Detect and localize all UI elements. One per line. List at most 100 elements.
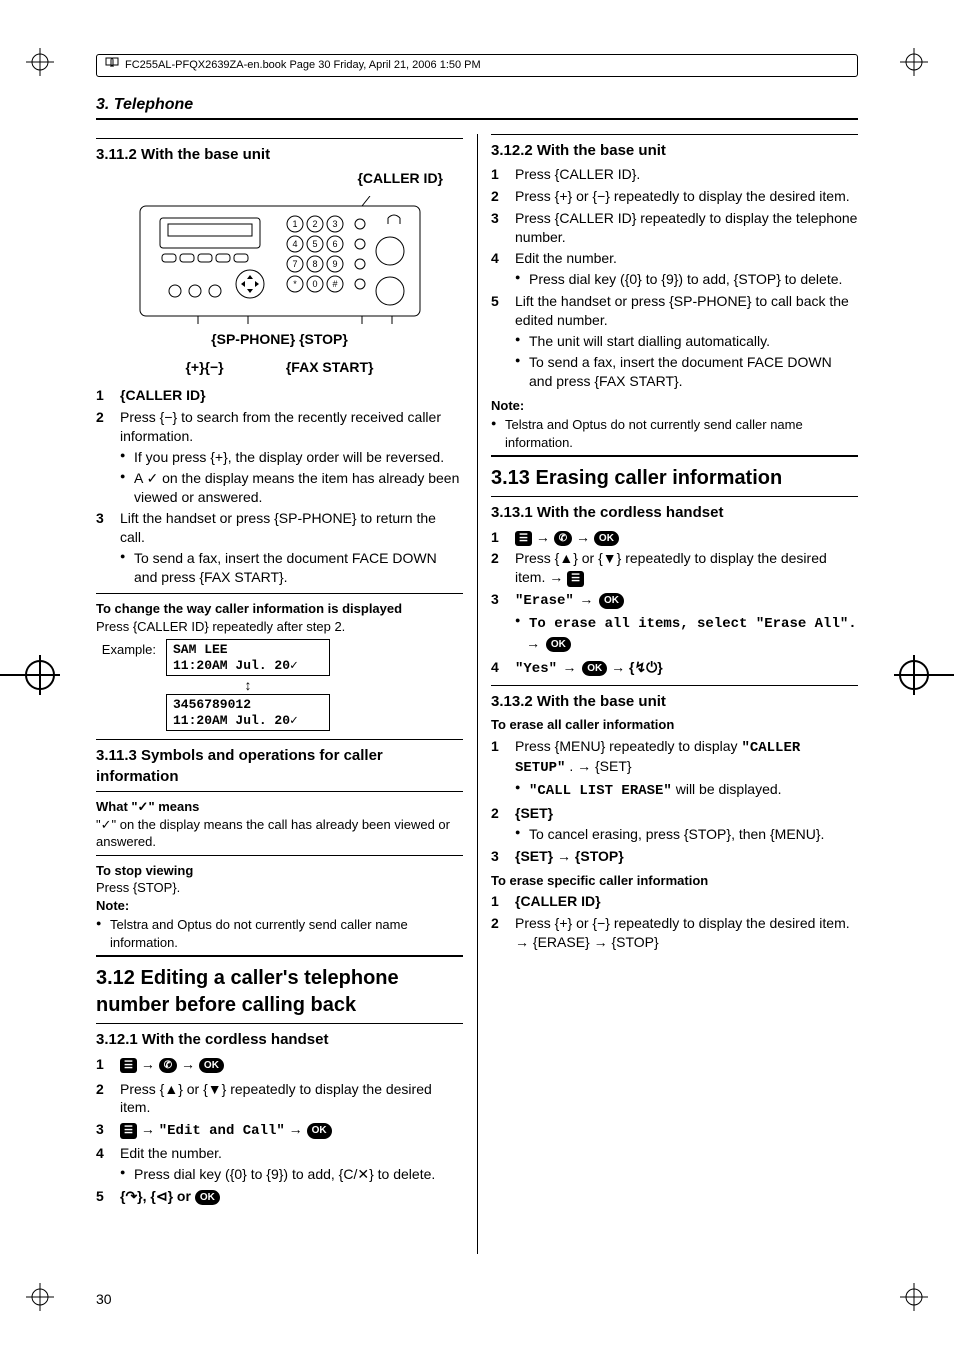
svg-text:9: 9 <box>332 259 337 269</box>
reg-mark-br <box>900 1283 928 1311</box>
sub-erase-all-title: To erase all caller information <box>491 716 858 734</box>
sub-to-stop-viewing: To stop viewing <box>96 862 463 880</box>
step-1: 1 {CALLER ID} <box>96 386 463 405</box>
s3132a-step-1-bullet: "CALL LIST ERASE" will be displayed. <box>515 780 858 801</box>
sub-to-stop-viewing-text: Press {STOP}. <box>96 879 463 897</box>
updown-icon: ↕ <box>166 678 330 692</box>
s3121-step-4-text: Edit the number. <box>120 1145 222 1161</box>
svg-text:6: 6 <box>332 239 337 249</box>
running-header: FC255AL-PFQX2639ZA-en.book Page 30 Frida… <box>96 54 858 77</box>
page: FC255AL-PFQX2639ZA-en.book Page 30 Frida… <box>0 0 954 1351</box>
ok-icon: OK <box>307 1123 332 1139</box>
s3121-step-4-bullet: Press dial key ({0} to {9}) to add, {C/✕… <box>120 1165 463 1184</box>
arrow-icon: → <box>181 1056 199 1072</box>
menu-icon: ☰ <box>567 571 584 587</box>
step-2: 2 Press {−} to search from the recently … <box>96 408 463 506</box>
s3132b-step-2-text: Press {+} or {−} repeatedly to display t… <box>515 915 850 950</box>
heading-3-12-2: 3.12.2 With the base unit <box>491 141 858 161</box>
example-box-top: SAM LEE 11:20AM Jul. 20✓ <box>166 639 330 676</box>
sub-erase-specific-title: To erase specific caller information <box>491 872 858 890</box>
reg-mark-mr <box>894 655 954 695</box>
s3122-step-5-b1: The unit will start dialling automatical… <box>515 332 858 351</box>
arrow-icon: → <box>536 529 554 545</box>
columns: 3.11.2 With the base unit {CALLER ID} <box>96 134 858 1254</box>
svg-text:4: 4 <box>292 239 297 249</box>
svg-text:0: 0 <box>312 279 317 289</box>
book-icon <box>105 57 119 74</box>
content: 3. Telephone 3.11.2 With the base unit {… <box>96 94 858 1291</box>
note-label-1: Note: <box>96 897 463 915</box>
ok-icon: OK <box>199 1058 224 1074</box>
section-3-11-2: 3.11.2 With the base unit {CALLER ID} <box>96 138 463 732</box>
s3122-step-5-b2: To send a fax, insert the document FACE … <box>515 353 858 391</box>
section-3-12: 3.12 Editing a caller's telephone number… <box>96 955 463 1024</box>
heading-3-11-3: 3.11.3 Symbols and operations for caller… <box>96 746 463 787</box>
phonebook-icon: ✆ <box>554 531 572 547</box>
ok-icon: OK <box>594 531 619 547</box>
step-3-text: Lift the handset or press {SP-PHONE} to … <box>120 510 436 545</box>
heading-3-13: 3.13 Erasing caller information <box>491 465 858 492</box>
s3131-step-3-b: To erase all items, select "Erase All". … <box>515 613 858 655</box>
example-block: Example: SAM LEE 11:20AM Jul. 20✓ ↕ 3456… <box>96 639 463 731</box>
section-3-12-1-head: 3.12.1 With the cordless handset 1 ☰ → ✆… <box>96 1030 463 1073</box>
ok-icon: OK <box>195 1190 220 1206</box>
s3131-step-3-pre: "Erase" → <box>515 593 599 609</box>
step-1-text: {CALLER ID} <box>120 387 206 403</box>
s3122-step-3: 3Press {CALLER ID} repeatedly to display… <box>491 209 858 247</box>
s3131-step-2: 2 Press {▲} or {▼} repeatedly to display… <box>491 549 858 587</box>
s3132b-step-2: 2 Press {+} or {−} repeatedly to display… <box>491 914 858 952</box>
s3131-step-4-pre: "Yes" → <box>515 661 582 677</box>
s3132a-step-3-text: {SET} → {STOP} <box>515 848 624 864</box>
callout-row-2: {+}{−} {FAX START} <box>96 358 463 376</box>
sub-what-check-means-text: "✓" on the display means the call has al… <box>96 816 463 851</box>
section-3-12-1-cont: 2 Press {▲} or {▼} repeatedly to display… <box>96 1080 463 1206</box>
section-3-13-1: 3.13.1 With the cordless handset 1 ☰ → ✆… <box>491 503 858 678</box>
running-header-text: FC255AL-PFQX2639ZA-en.book Page 30 Frida… <box>125 58 481 73</box>
step-2-bullet-1: If you press {+}, the display order will… <box>120 448 463 467</box>
s3122-step-4-b: Press dial key ({0} to {9}) to add, {STO… <box>515 270 858 289</box>
s3132a-step-1: 1 Press {MENU} repeatedly to display "CA… <box>491 737 858 802</box>
svg-text:5: 5 <box>312 239 317 249</box>
callout-caller-id: {CALLER ID} <box>96 169 463 188</box>
svg-text:7: 7 <box>292 259 297 269</box>
s3131-step-1: 1 ☰ → ✆ → OK <box>491 528 858 547</box>
heading-3-13-2: 3.13.2 With the base unit <box>491 692 858 712</box>
s3132b-step-1-text: {CALLER ID} <box>515 893 601 909</box>
example-box-bottom: 3456789012 11:20AM Jul. 20✓ <box>166 694 330 731</box>
svg-text:3: 3 <box>332 219 337 229</box>
ok-icon: OK <box>582 661 607 677</box>
ok-icon: OK <box>546 637 571 653</box>
step-2-text: Press {−} to search from the recently re… <box>120 409 441 444</box>
svg-text:#: # <box>332 279 337 289</box>
s3121-step-3: 3 ☰ → "Edit and Call" → OK <box>96 1120 463 1141</box>
example-label: Example: <box>96 639 156 659</box>
reg-mark-tr <box>900 48 928 76</box>
arrow-icon: → <box>141 1056 159 1072</box>
callout-row-1: {SP-PHONE} {STOP} <box>96 330 463 348</box>
menu-icon: ☰ <box>515 531 532 547</box>
heading-3-12: 3.12 Editing a caller's telephone number… <box>96 965 463 1019</box>
menu-icon: ☰ <box>120 1058 137 1074</box>
note-2-bullet: Telstra and Optus do not currently send … <box>491 416 858 451</box>
change-display-title: To change the way caller information is … <box>96 600 463 618</box>
page-number: 30 <box>96 1290 112 1309</box>
s3132b-step-1: 1 {CALLER ID} <box>491 892 858 911</box>
chapter-title: 3. Telephone <box>96 94 858 120</box>
section-3-12-2: 3.12.2 With the base unit 1Press {CALLER… <box>491 134 858 452</box>
section-3-13-2: 3.13.2 With the base unit To erase all c… <box>491 685 858 952</box>
reg-mark-tl <box>26 48 54 76</box>
heading-3-13-1: 3.13.1 With the cordless handset <box>491 503 858 523</box>
s3122-step-5: 5Lift the handset or press {SP-PHONE} to… <box>491 292 858 390</box>
s3132a-step-2: 2 {SET} To cancel erasing, press {STOP},… <box>491 804 858 844</box>
s3122-step-2: 2Press {+} or {−} repeatedly to display … <box>491 187 858 206</box>
s3131-step-4-tail: → {↯⏻} <box>611 659 663 675</box>
heading-3-11-2: 3.11.2 With the base unit <box>96 145 463 165</box>
s3121-step-3-quote: "Edit and Call" <box>159 1123 285 1139</box>
step-3-bullet-1: To send a fax, insert the document FACE … <box>120 549 463 587</box>
arrow-icon: → <box>289 1121 307 1137</box>
svg-text:1: 1 <box>292 219 297 229</box>
s3131-step-2-text: Press {▲} or {▼} repeatedly to display t… <box>515 550 827 585</box>
step-2-bullet-2: A ✓ on the display means the item has al… <box>120 469 463 507</box>
arrow-icon: → <box>141 1121 159 1137</box>
s3122-step-1: 1Press {CALLER ID}. <box>491 165 858 184</box>
